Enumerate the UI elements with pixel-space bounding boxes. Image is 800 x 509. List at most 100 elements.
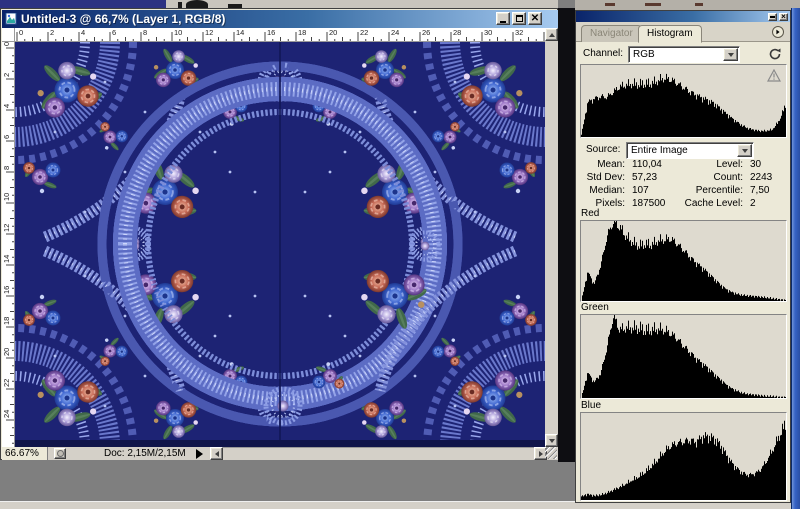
statistics-right-column: Level:30Count:2243Percentile:7,50Cache L… xyxy=(680,158,788,210)
svg-text:0: 0 xyxy=(19,28,23,37)
svg-text:20: 20 xyxy=(2,348,11,356)
ruler-corner xyxy=(2,28,15,42)
statistics-left-column: Mean:110,04Std Dev:57,23Median:107Pixels… xyxy=(580,158,682,210)
statistics: Mean:110,04Std Dev:57,23Median:107Pixels… xyxy=(576,158,790,214)
histogram-panel: × Navigator Histogram Channel: RGB xyxy=(575,10,791,503)
channel-dropdown[interactable]: RGB xyxy=(628,46,740,63)
stat-value: 30 xyxy=(750,159,761,170)
stat-label: Percentile: xyxy=(680,185,743,196)
source-value: Entire Image xyxy=(627,145,736,156)
svg-text:8: 8 xyxy=(143,28,147,37)
svg-text:10: 10 xyxy=(174,28,182,37)
green-histogram xyxy=(580,314,787,399)
arrow-down-icon xyxy=(549,439,555,443)
canvas-image[interactable] xyxy=(15,42,545,447)
source-dropdown[interactable]: Entire Image xyxy=(626,142,754,159)
svg-text:20: 20 xyxy=(329,28,337,37)
panel-minimize-button[interactable] xyxy=(768,13,777,21)
dropdown-button[interactable] xyxy=(737,144,752,157)
zoom-level-field[interactable]: 66.67% xyxy=(2,447,48,460)
close-icon: ✕ xyxy=(531,13,539,24)
svg-text:10: 10 xyxy=(2,193,11,201)
minimize-button[interactable] xyxy=(496,12,510,25)
close-button[interactable]: ✕ xyxy=(528,12,542,25)
green-channel-label: Green xyxy=(581,302,609,313)
svg-text:28: 28 xyxy=(453,28,461,37)
stat-label: Cache Level: xyxy=(680,198,743,209)
svg-text:24: 24 xyxy=(2,410,11,418)
svg-text:18: 18 xyxy=(2,317,11,325)
arrow-left-icon xyxy=(215,451,219,457)
maximize-button[interactable] xyxy=(512,12,526,25)
arrow-up-icon xyxy=(549,33,555,37)
rgb-histogram xyxy=(580,64,787,138)
svg-text:16: 16 xyxy=(2,286,11,294)
background-window-fragment xyxy=(575,0,800,10)
scrollbar-track[interactable] xyxy=(223,447,534,460)
doc-size-info: Doc: 2,15M/2,15M xyxy=(104,448,186,459)
stat-value: 110,04 xyxy=(632,159,662,170)
chevron-down-icon xyxy=(728,53,734,57)
stat-row: Mean: 110,04 xyxy=(580,158,682,171)
stat-row: Count: 2243 xyxy=(680,171,788,184)
chevron-down-icon xyxy=(742,149,748,153)
stat-value: 107 xyxy=(632,185,649,196)
channel-value: RGB xyxy=(629,49,722,60)
svg-text:0: 0 xyxy=(2,42,11,46)
svg-text:22: 22 xyxy=(360,28,368,37)
status-icon xyxy=(54,448,66,459)
svg-text:32: 32 xyxy=(515,28,523,37)
vertical-scrollbar[interactable] xyxy=(545,28,558,447)
stat-value: 2 xyxy=(750,198,756,209)
maximize-icon xyxy=(516,15,523,22)
panel-titlebar[interactable]: × xyxy=(576,11,790,22)
stat-value: 2243 xyxy=(750,172,772,183)
svg-text:16: 16 xyxy=(267,28,275,37)
svg-text:6: 6 xyxy=(112,28,116,37)
cached-data-warning-icon[interactable] xyxy=(767,69,781,82)
svg-text:2: 2 xyxy=(50,28,54,37)
window-resize-grip[interactable] xyxy=(545,447,557,459)
stat-value: 7,50 xyxy=(750,185,769,196)
status-menu-arrow-icon[interactable] xyxy=(196,449,203,459)
arrow-right-icon xyxy=(539,451,543,457)
channel-row: Channel: RGB xyxy=(576,45,790,63)
svg-text:2: 2 xyxy=(2,73,11,77)
svg-text:8: 8 xyxy=(2,166,11,170)
tab-navigator[interactable]: Navigator xyxy=(581,25,642,42)
horizontal-scrollbar[interactable] xyxy=(210,447,547,460)
workspace-gap xyxy=(558,8,575,462)
close-icon: × xyxy=(781,13,786,21)
dropdown-button[interactable] xyxy=(723,48,738,61)
scroll-left-button[interactable] xyxy=(210,447,223,460)
document-title: Untitled-3 @ 66,7% (Layer 1, RGB/8) xyxy=(21,12,225,26)
document-titlebar[interactable]: Untitled-3 @ 66,7% (Layer 1, RGB/8) ✕ xyxy=(2,10,558,28)
svg-text:26: 26 xyxy=(422,28,430,37)
stat-value: 57,23 xyxy=(632,172,657,183)
stat-label: Mean: xyxy=(580,159,625,170)
panel-close-button[interactable]: × xyxy=(779,13,788,21)
svg-text:14: 14 xyxy=(2,255,11,263)
svg-text:12: 12 xyxy=(205,28,213,37)
document-window: Untitled-3 @ 66,7% (Layer 1, RGB/8) ✕ 0 2… xyxy=(0,8,558,460)
document-statusbar: 66.67% Doc: 2,15M/2,15M xyxy=(2,447,558,460)
panel-menu-button[interactable] xyxy=(772,26,784,38)
scroll-up-button[interactable] xyxy=(545,28,558,41)
minimize-icon xyxy=(500,21,506,23)
svg-text:14: 14 xyxy=(236,28,244,37)
minimize-icon xyxy=(770,16,775,18)
refresh-icon[interactable] xyxy=(768,47,782,61)
vertical-ruler: 024681012141618202224 xyxy=(2,42,15,447)
menu-arrow-icon xyxy=(776,30,779,35)
stat-row: Percentile: 7,50 xyxy=(680,184,788,197)
svg-text:18: 18 xyxy=(298,28,306,37)
tab-histogram[interactable]: Histogram xyxy=(638,25,702,43)
source-row: Source: Entire Image xyxy=(576,141,790,159)
svg-text:24: 24 xyxy=(391,28,399,37)
document-icon xyxy=(5,13,17,25)
stat-label: Median: xyxy=(580,185,625,196)
stat-value: 187500 xyxy=(632,198,665,209)
svg-text:22: 22 xyxy=(2,379,11,387)
stat-label: Count: xyxy=(680,172,743,183)
scroll-down-button[interactable] xyxy=(545,434,558,447)
